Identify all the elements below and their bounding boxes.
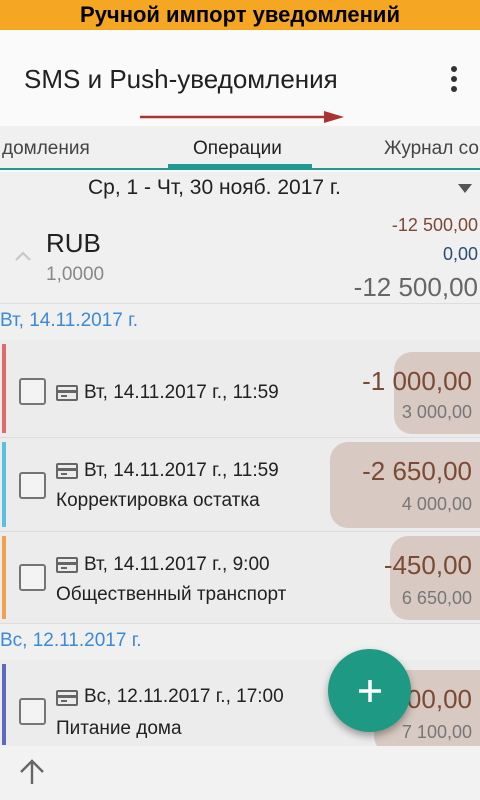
banner-text: Ручной импорт уведомлений bbox=[80, 2, 400, 27]
date-header: Вс, 12.11.2017 г. bbox=[0, 624, 480, 660]
transaction-row[interactable]: Вт, 14.11.2017 г., 11:59 -1 000,00 3 000… bbox=[0, 340, 480, 438]
more-vert-icon[interactable] bbox=[450, 66, 458, 92]
select-checkbox[interactable] bbox=[19, 698, 46, 725]
add-transaction-button[interactable] bbox=[328, 649, 411, 732]
transaction-balance: 3 000,00 bbox=[401, 402, 472, 422]
transaction-row[interactable]: Вт, 14.11.2017 г., 9:00 Общественный тра… bbox=[0, 532, 480, 624]
currency-summary[interactable]: RUB 1,0000 -12 500,00 0,00 -12 500,00 bbox=[0, 206, 480, 304]
transaction-datetime: Вт, 14.11.2017 г., 11:59 bbox=[84, 382, 279, 403]
transaction-amount: -2 650,00 bbox=[362, 456, 472, 486]
date-header: Вт, 14.11.2017 г. bbox=[0, 304, 480, 340]
tab-bar: домления Операции Журнал со bbox=[0, 126, 480, 170]
page-title: SMS и Push-уведомления bbox=[24, 64, 338, 94]
category-color-bar bbox=[2, 442, 6, 527]
period-label: Ср, 1 - Чт, 30 нояб. 2017 г. bbox=[88, 176, 341, 199]
transaction-datetime: Вт, 14.11.2017 г., 11:59 bbox=[84, 460, 279, 481]
transaction-category: Питание дома bbox=[56, 718, 182, 739]
plus-icon bbox=[358, 679, 381, 702]
summary-income: 0,00 bbox=[442, 244, 478, 264]
transaction-balance: 6 650,00 bbox=[401, 588, 472, 608]
currency-code: RUB bbox=[46, 228, 101, 258]
select-checkbox[interactable] bbox=[19, 378, 46, 405]
tab-notifications[interactable]: домления bbox=[2, 138, 90, 160]
period-selector[interactable]: Ср, 1 - Чт, 30 нояб. 2017 г. bbox=[0, 172, 480, 206]
card-icon bbox=[56, 690, 78, 706]
category-color-bar bbox=[2, 664, 6, 745]
transaction-category: Корректировка остатка bbox=[56, 490, 260, 511]
dropdown-icon[interactable] bbox=[458, 184, 472, 193]
date-header-label: Вт, 14.11.2017 г. bbox=[0, 310, 139, 331]
summary-total: -12 500,00 bbox=[353, 272, 478, 302]
card-icon bbox=[56, 557, 78, 573]
category-color-bar bbox=[2, 344, 6, 433]
chevron-up-icon[interactable] bbox=[14, 250, 32, 262]
app-bar: SMS и Push-уведомления bbox=[0, 30, 480, 126]
tab-journal[interactable]: Журнал со bbox=[384, 138, 479, 160]
card-icon bbox=[56, 463, 78, 479]
currency-rate: 1,0000 bbox=[46, 264, 105, 285]
transaction-amount: -450,00 bbox=[383, 550, 472, 580]
transaction-category: Общественный транспорт bbox=[56, 584, 287, 605]
transaction-datetime: Вс, 12.11.2017 г., 17:00 bbox=[84, 686, 284, 707]
category-color-bar bbox=[2, 536, 6, 619]
transaction-balance: 7 100,00 bbox=[401, 722, 472, 742]
select-checkbox[interactable] bbox=[19, 564, 46, 591]
tab-operations[interactable]: Операции bbox=[193, 138, 282, 160]
bottom-bar bbox=[0, 746, 480, 800]
tab-indicator bbox=[168, 164, 312, 168]
swipe-hint-arrow-icon bbox=[140, 111, 344, 123]
transaction-row[interactable]: Вт, 14.11.2017 г., 11:59 Корректировка о… bbox=[0, 438, 480, 532]
transaction-datetime: Вт, 14.11.2017 г., 9:00 bbox=[84, 554, 270, 575]
card-icon bbox=[56, 385, 78, 401]
transaction-amount: -1 000,00 bbox=[362, 366, 472, 396]
summary-expense: -12 500,00 bbox=[391, 215, 478, 235]
transaction-balance: 4 000,00 bbox=[401, 494, 472, 514]
arrow-up-icon[interactable] bbox=[18, 758, 46, 786]
date-header-label: Вс, 12.11.2017 г. bbox=[0, 630, 142, 651]
import-banner: Ручной импорт уведомлений bbox=[0, 0, 480, 30]
select-checkbox[interactable] bbox=[19, 472, 46, 499]
